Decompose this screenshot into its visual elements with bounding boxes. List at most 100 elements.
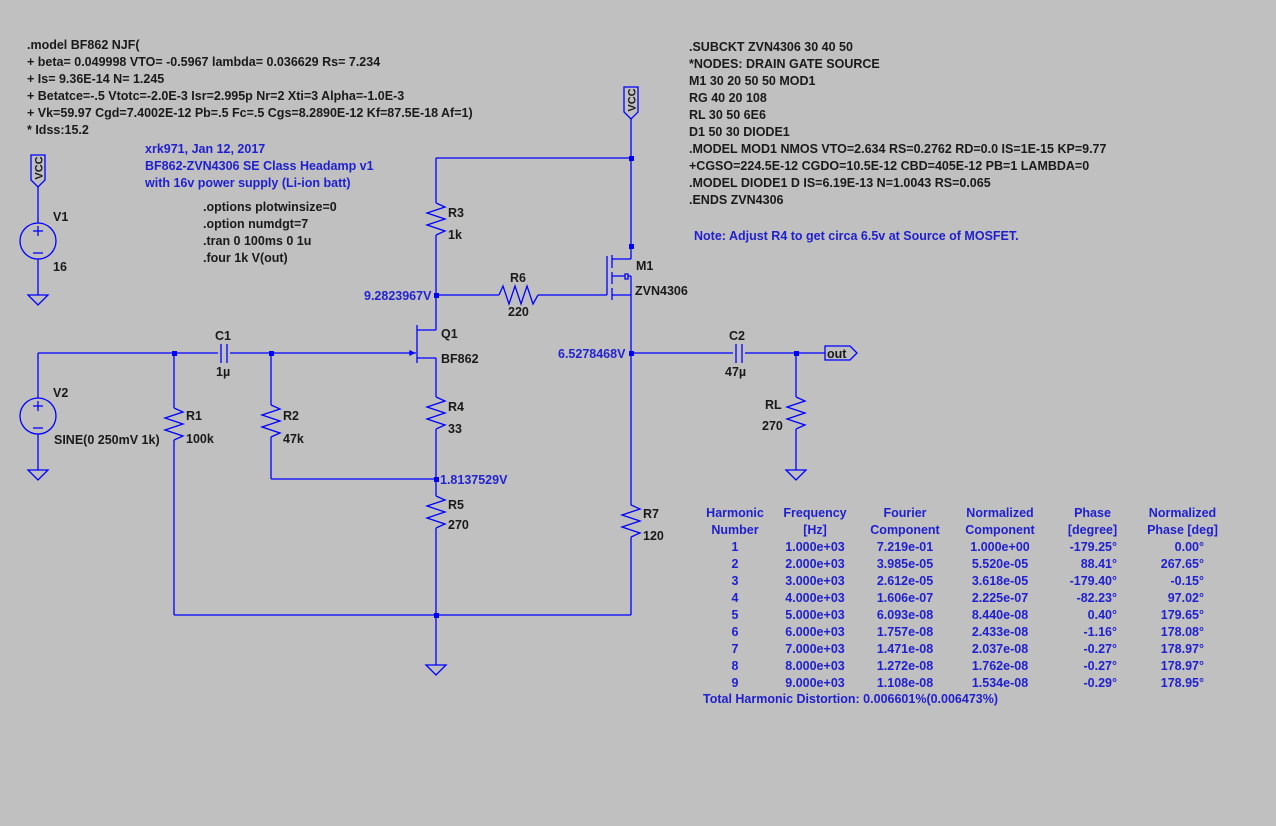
table-cell: 179.65° — [1160, 608, 1204, 622]
zvn4306-subckt-directive[interactable]: .SUBCKT ZVN4306 30 40 50 *NODES: DRAIN G… — [689, 39, 1106, 209]
v2-name[interactable]: V2 — [53, 386, 68, 400]
v1-name[interactable]: V1 — [53, 210, 68, 224]
table-cell: 97.02° — [1167, 591, 1204, 605]
table-cell: 178.08° — [1160, 625, 1204, 639]
mosfet-note-comment[interactable]: Note: Adjust R4 to get circa 6.5v at Sou… — [694, 228, 1019, 245]
m1-name[interactable]: M1 — [636, 259, 653, 273]
directive-line: .options plotwinsize=0 — [203, 200, 337, 214]
table-cell: -179.40° — [1069, 574, 1117, 588]
directive-line: .SUBCKT ZVN4306 30 40 50 — [689, 40, 853, 54]
junction-dot — [434, 613, 439, 618]
table-cell: 1.000e+03 — [785, 540, 845, 554]
out-port-label: out — [827, 347, 847, 361]
ground-icon — [784, 469, 808, 481]
voltage-source-v2[interactable] — [19, 397, 57, 435]
resistor-rl[interactable] — [784, 396, 808, 430]
r1-value[interactable]: 100k — [186, 432, 214, 446]
resistor-r6[interactable] — [498, 283, 539, 307]
r2-name[interactable]: R2 — [283, 409, 299, 423]
mosfet-m1[interactable] — [606, 247, 632, 300]
q1-value[interactable]: BF862 — [441, 352, 479, 366]
table-cell: 9 — [731, 676, 739, 690]
simulation-directives[interactable]: .options plotwinsize=0 .option numdgt=7 … — [203, 199, 337, 267]
table-cell: -179.25° — [1069, 540, 1117, 554]
bf862-model-directive[interactable]: .model BF862 NJF( + beta= 0.049998 VTO= … — [27, 37, 473, 139]
resistor-r4[interactable] — [424, 396, 448, 430]
directive-line: + beta= 0.049998 VTO= -0.5967 lambda= 0.… — [27, 55, 381, 69]
r2-value[interactable]: 47k — [283, 432, 304, 446]
directive-line: + Betatce=-.5 Vtotc=-2.0E-3 Isr=2.995p N… — [27, 89, 405, 103]
comment-line: xrk971, Jan 12, 2017 — [145, 142, 266, 156]
directive-line: .option numdgt=7 — [203, 217, 309, 231]
column-header: Normalized — [1148, 506, 1217, 520]
resistor-r3[interactable] — [424, 202, 448, 236]
table-cell: 267.65° — [1160, 557, 1204, 571]
resistor-r7[interactable] — [619, 504, 643, 538]
table-cell: 2.000e+03 — [785, 557, 845, 571]
table-cell: 8 — [731, 659, 739, 673]
junction-dot — [269, 351, 274, 356]
table-cell: 8.440e-08 — [971, 608, 1029, 622]
directive-line: .four 1k V(out) — [203, 251, 288, 265]
column-header: Harmonic — [706, 506, 764, 520]
junction-dot — [434, 293, 439, 298]
table-cell: 0.40° — [1087, 608, 1117, 622]
rl-value[interactable]: 270 — [762, 419, 783, 433]
table-header-row: Harmonic Frequency Fourier Normalized Ph… — [700, 505, 1230, 522]
resistor-r2[interactable] — [259, 404, 283, 438]
table-row: 2 2.000e+03 3.985e-05 5.520e-05 88.41° 267.65… — [700, 556, 1230, 573]
column-header: Component — [965, 523, 1035, 537]
column-header: Component — [870, 523, 940, 537]
capacitor-c1[interactable] — [220, 344, 228, 363]
column-header: Phase — [1074, 506, 1111, 520]
column-header: Fourier — [883, 506, 927, 520]
directive-line: +CGSO=224.5E-12 CGDO=10.5E-12 CBD=405E-1… — [689, 159, 1090, 173]
fourier-results-table[interactable]: Harmonic Frequency Fourier Normalized Ph… — [700, 505, 1230, 692]
table-cell: 1.471e-08 — [876, 642, 934, 656]
table-cell: 88.41° — [1080, 557, 1117, 571]
jfet-q1[interactable] — [409, 325, 436, 363]
table-row: 7 7.000e+03 1.471e-08 2.037e-08 -0.27° 178.97… — [700, 641, 1230, 658]
junction-dot — [434, 477, 439, 482]
r1-name[interactable]: R1 — [186, 409, 202, 423]
table-cell: 2.225e-07 — [971, 591, 1029, 605]
resistor-r1[interactable] — [162, 407, 186, 441]
table-row: 6 6.000e+03 1.757e-08 2.433e-08 -1.16° 178.08… — [700, 624, 1230, 641]
r3-value[interactable]: 1k — [448, 228, 462, 242]
column-header: Number — [711, 523, 759, 537]
voltage-source-v1[interactable] — [19, 222, 57, 260]
v1-value[interactable]: 16 — [53, 260, 67, 274]
c2-name[interactable]: C2 — [729, 329, 745, 343]
directive-line: .model BF862 NJF( — [27, 38, 140, 52]
table-cell: 9.000e+03 — [785, 676, 845, 690]
rl-name[interactable]: RL — [765, 398, 782, 412]
r3-name[interactable]: R3 — [448, 206, 464, 220]
c1-name[interactable]: C1 — [215, 329, 231, 343]
r4-value[interactable]: 33 — [448, 422, 462, 436]
capacitor-c2[interactable] — [735, 344, 743, 363]
title-comment[interactable]: xrk971, Jan 12, 2017 BF862-ZVN4306 SE Cl… — [145, 141, 374, 192]
table-cell: 1.606e-07 — [876, 591, 934, 605]
q1-name[interactable]: Q1 — [441, 327, 458, 341]
r5-name[interactable]: R5 — [448, 498, 464, 512]
node-voltage-q1-drain: 9.2823967V — [364, 289, 432, 303]
r7-value[interactable]: 120 — [643, 529, 664, 543]
directive-line: .MODEL MOD1 NMOS VTO=2.634 RS=0.2762 RD=… — [689, 142, 1107, 156]
r4-name[interactable]: R4 — [448, 400, 464, 414]
table-header-row: Number [Hz] Component Component [degree]… — [700, 522, 1230, 539]
r6-value[interactable]: 220 — [508, 305, 529, 319]
table-cell: 4.000e+03 — [785, 591, 845, 605]
ground-icon — [26, 469, 50, 481]
c2-value[interactable]: 47µ — [725, 365, 746, 379]
table-cell: -1.16° — [1083, 625, 1118, 639]
r5-value[interactable]: 270 — [448, 518, 469, 532]
c1-value[interactable]: 1µ — [216, 365, 230, 379]
r6-name[interactable]: R6 — [510, 271, 526, 285]
m1-value[interactable]: ZVN4306 — [635, 284, 688, 298]
r7-name[interactable]: R7 — [643, 507, 659, 521]
directive-line: D1 50 30 DIODE1 — [689, 125, 790, 139]
v2-value[interactable]: SINE(0 250mV 1k) — [54, 433, 160, 447]
comment-line: with 16v power supply (Li-ion batt) — [145, 176, 351, 190]
directive-line: + Is= 9.36E-14 N= 1.245 — [27, 72, 165, 86]
resistor-r5[interactable] — [424, 495, 448, 529]
